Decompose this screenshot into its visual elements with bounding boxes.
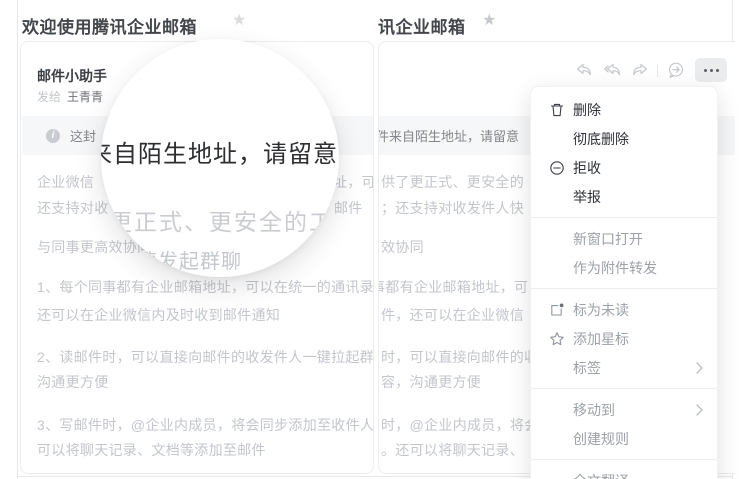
menu-item-delete[interactable]: 删除	[531, 95, 717, 124]
app-window: 欢迎使用腾讯企业邮箱 ★ 讯企业邮箱 ★ 邮件小助手 发给王青青 i 这封 企业…	[0, 0, 750, 479]
menu-divider	[531, 388, 717, 389]
recipient-name: 王青青	[67, 90, 103, 104]
menu-item-label: 移动到	[573, 400, 615, 420]
trash-icon	[549, 102, 565, 118]
menu-item-open-new-window[interactable]: 新窗口打开	[531, 224, 717, 253]
star-icon[interactable]: ★	[232, 12, 246, 30]
menu-item-delete-permanently[interactable]: 彻底删除	[531, 124, 717, 153]
body-line: 1、每个同事都有企业邮箱地址，可以在统一的通讯录	[37, 277, 374, 297]
menu-item-label: 删除	[573, 100, 601, 120]
sender-name: 邮件小助手	[37, 66, 107, 86]
banner-text: 这封	[70, 126, 96, 145]
body-line: 时，可以直接向邮件的收	[381, 347, 538, 367]
mail-actions-context-menu: 删除 彻底删除 拒收 举报 新窗口打开 作为附件转发	[530, 86, 718, 479]
body-line: 还可以在企业微信内及时收到邮件通知	[37, 305, 280, 325]
recipient-row: 发给王青青	[37, 88, 103, 105]
more-dots-icon	[710, 69, 713, 72]
menu-item-label: 全文翻译	[573, 471, 629, 479]
chevron-right-icon	[696, 362, 703, 374]
menu-item-reject[interactable]: 拒收	[531, 153, 717, 182]
menu-item-label: 添加星标	[573, 329, 629, 349]
body-line: 3、写邮件时，@企业内成员，将会同步添加至收件人	[37, 415, 374, 435]
body-line: 2、读邮件时，可以直接向邮件的收发件人一键拉起群	[37, 347, 374, 367]
reply-all-icon[interactable]	[603, 61, 621, 79]
toolbar-divider	[657, 65, 658, 77]
body-line: 件，还可以在企业微信	[381, 305, 524, 325]
reply-icon[interactable]	[575, 61, 593, 79]
body-line: 。还可以将聊天记录、	[381, 440, 524, 460]
menu-divider	[531, 459, 717, 460]
chevron-right-icon	[696, 404, 703, 416]
menu-item-label: 创建规则	[573, 429, 629, 449]
lens-body-text: 捷发起群聊	[137, 245, 242, 274]
more-actions-button[interactable]	[695, 58, 727, 82]
star-outline-icon	[549, 331, 565, 347]
quick-reply-icon[interactable]	[667, 61, 685, 79]
menu-item-label: 彻底删除	[573, 129, 629, 149]
menu-item-label: 拒收	[573, 158, 601, 178]
body-line: 事都有企业邮箱地址，可以	[378, 277, 543, 297]
menu-item-create-rule[interactable]: 创建规则	[531, 424, 717, 453]
body-line: 还支持对收	[37, 198, 109, 218]
body-line: 时，@企业内成员，将会	[381, 415, 539, 435]
lens-warning-text: 来自陌生地址，请留意	[101, 134, 338, 169]
more-dots-icon	[716, 69, 719, 72]
menu-item-move-to[interactable]: 移动到	[531, 395, 717, 424]
body-line: 效协同	[381, 237, 424, 257]
page-title: 欢迎使用腾讯企业邮箱	[22, 13, 197, 38]
star-icon[interactable]: ★	[482, 12, 496, 30]
body-line: 可以将聊天记录、文档等添加至邮件	[37, 440, 266, 460]
lens-body-text: 更正式、更安全的工	[109, 203, 334, 237]
to-label: 发给	[37, 90, 61, 104]
body-line: 容，沟通更方便	[381, 372, 481, 392]
body-line: 沟通更方便	[37, 372, 109, 392]
menu-item-translate[interactable]: 全文翻译	[531, 466, 717, 479]
menu-item-label: 标签	[573, 358, 601, 378]
menu-item-forward-as-attachment[interactable]: 作为附件转发	[531, 253, 717, 282]
menu-item-mark-unread[interactable]: 标为未读	[531, 295, 717, 324]
menu-item-report[interactable]: 举报	[531, 182, 717, 211]
forward-icon[interactable]	[631, 61, 649, 79]
menu-item-label: 举报	[573, 187, 601, 207]
magnifier-lens: 来自陌生地址，请留意 更正式、更安全的工 捷发起群聊	[101, 39, 339, 277]
body-line: 企业微信	[37, 172, 94, 192]
menu-item-add-star[interactable]: 添加星标	[531, 324, 717, 353]
banner-text: 件来自陌生地址，请留意	[378, 126, 519, 145]
page-left-border	[17, 0, 18, 479]
block-icon	[549, 160, 565, 176]
info-icon: i	[46, 129, 60, 143]
body-line: 址，可以	[333, 172, 374, 192]
menu-item-labels[interactable]: 标签	[531, 353, 717, 382]
more-dots-icon	[704, 69, 707, 72]
body-line: ；还支持对收发件人快	[381, 198, 524, 218]
menu-divider	[531, 288, 717, 289]
menu-item-label: 作为附件转发	[573, 258, 657, 278]
mark-unread-icon	[549, 302, 565, 318]
body-line: 供了更正式、更安全的	[381, 172, 524, 192]
page-title-right: 讯企业邮箱	[378, 13, 466, 38]
menu-divider	[531, 217, 717, 218]
menu-item-label: 新窗口打开	[573, 229, 643, 249]
body-line: 邮件	[334, 198, 363, 218]
menu-item-label: 标为未读	[573, 300, 629, 320]
